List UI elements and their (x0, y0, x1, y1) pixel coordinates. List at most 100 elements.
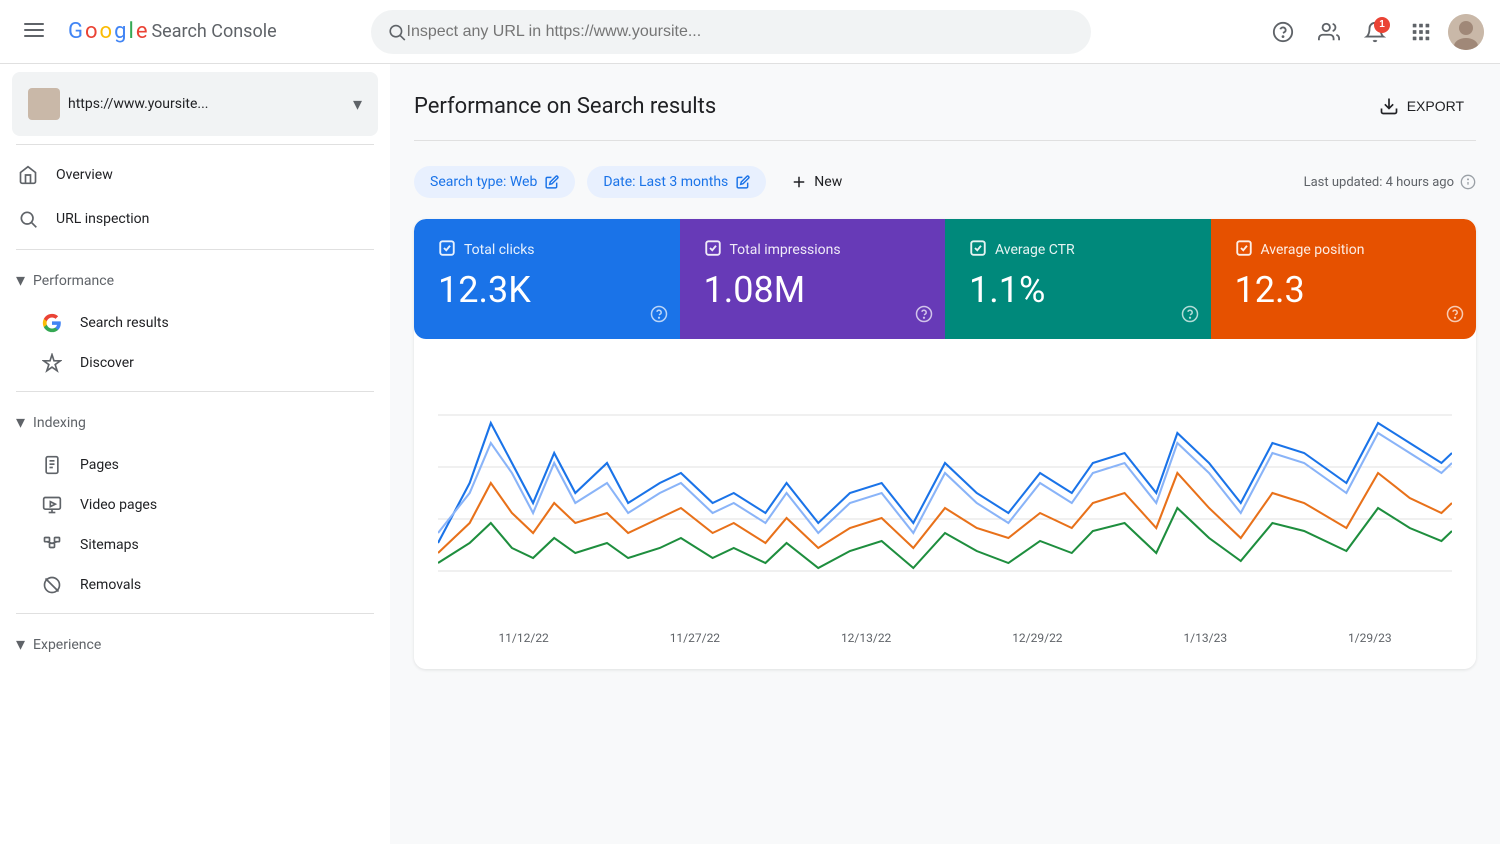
performance-section-header[interactable]: ▾ Performance (0, 258, 390, 303)
export-button[interactable]: EXPORT (1367, 88, 1476, 124)
search-bar (371, 10, 1091, 54)
nav-divider-2 (16, 391, 374, 392)
google-logo[interactable]: Google Search Console (68, 19, 277, 44)
metric-cards: Total clicks 12.3K Total impressions (414, 219, 1476, 339)
filters-row: Search type: Web Date: Last 3 months New… (414, 165, 1476, 199)
site-favicon (28, 88, 60, 120)
performance-section-label: Performance (33, 273, 114, 289)
edit-date-icon (736, 175, 750, 189)
hamburger-icon (24, 20, 44, 40)
notification-badge: 1 (1374, 17, 1390, 33)
chart-dates: 11/12/22 11/27/22 12/13/22 12/29/22 1/13… (438, 631, 1452, 645)
people-icon (1318, 21, 1340, 43)
sidebar-item-video-pages[interactable]: Video pages (0, 485, 378, 525)
total-clicks-card[interactable]: Total clicks 12.3K (414, 219, 680, 339)
metrics-chart-panel: Total clicks 12.3K Total impressions (414, 219, 1476, 669)
removals-label: Removals (80, 577, 141, 593)
chart-date-5: 1/13/23 (1183, 631, 1227, 645)
last-updated: Last updated: 4 hours ago (1304, 174, 1476, 190)
removals-icon (40, 575, 64, 595)
overview-label: Overview (56, 167, 113, 183)
notifications-button[interactable]: 1 (1356, 13, 1394, 51)
performance-collapse-icon: ▾ (16, 270, 25, 291)
last-updated-text: Last updated: 4 hours ago (1304, 175, 1454, 190)
sidebar-item-url-inspection[interactable]: URL inspection (0, 197, 378, 241)
nav-divider-3 (16, 613, 374, 614)
sitemaps-icon (40, 535, 64, 555)
sidebar-item-removals[interactable]: Removals (0, 565, 378, 605)
site-selector[interactable]: https://www.yoursite... ▾ (12, 72, 378, 136)
help-button[interactable] (1264, 13, 1302, 51)
info-icon (1460, 174, 1476, 190)
home-icon (16, 165, 40, 185)
indexing-section-label: Indexing (33, 415, 86, 431)
indexing-section-header[interactable]: ▾ Indexing (0, 400, 390, 445)
pages-icon (40, 455, 64, 475)
avatar-image (1448, 14, 1484, 50)
sidebar-item-discover[interactable]: Discover (0, 343, 378, 383)
help-icon (1272, 21, 1294, 43)
plus-icon (790, 173, 808, 191)
search-input[interactable] (407, 23, 1076, 41)
sidebar-item-sitemaps[interactable]: Sitemaps (0, 525, 378, 565)
apps-icon (1410, 21, 1432, 43)
chart-date-3: 12/13/22 (841, 631, 891, 645)
experience-section-header[interactable]: ▾ Experience (0, 622, 390, 667)
topbar-left: Google Search Console (16, 12, 277, 51)
sidebar: https://www.yoursite... ▾ Overview URL i… (0, 64, 390, 844)
video-pages-label: Video pages (80, 497, 157, 513)
avatar[interactable] (1448, 14, 1484, 50)
hamburger-button[interactable] (16, 12, 52, 51)
total-clicks-value: 12.3K (438, 269, 656, 311)
average-position-label: Average position (1261, 242, 1365, 258)
nav-divider-1 (16, 249, 374, 250)
chart-area (438, 363, 1452, 623)
average-ctr-check-icon (969, 239, 987, 261)
average-ctr-help-icon[interactable] (1181, 305, 1199, 327)
google-g-icon (40, 313, 64, 333)
discover-label: Discover (80, 355, 134, 371)
total-impressions-label: Total impressions (730, 242, 841, 258)
chart-date-2: 11/27/22 (670, 631, 720, 645)
search-type-label: Search type: Web (430, 174, 537, 190)
total-clicks-check-icon (438, 239, 456, 261)
total-impressions-card[interactable]: Total impressions 1.08M (680, 219, 946, 339)
topbar-right: 1 (1264, 13, 1484, 51)
average-position-card[interactable]: Average position 12.3 (1211, 219, 1477, 339)
people-button[interactable] (1310, 13, 1348, 51)
total-clicks-help-icon[interactable] (650, 305, 668, 327)
average-ctr-value: 1.1% (969, 269, 1187, 311)
date-label: Date: Last 3 months (603, 174, 728, 190)
average-position-value: 12.3 (1235, 269, 1453, 311)
download-icon (1379, 96, 1399, 116)
sidebar-item-pages[interactable]: Pages (0, 445, 378, 485)
sidebar-item-search-results[interactable]: Search results (0, 303, 378, 343)
search-type-filter[interactable]: Search type: Web (414, 166, 575, 198)
average-ctr-card[interactable]: Average CTR 1.1% (945, 219, 1211, 339)
new-filter-label: New (814, 174, 842, 190)
content-header: Performance on Search results EXPORT (414, 88, 1476, 141)
total-impressions-value: 1.08M (704, 269, 922, 311)
video-pages-icon (40, 495, 64, 515)
export-label: EXPORT (1407, 98, 1464, 114)
experience-section-label: Experience (33, 637, 101, 653)
chart-date-4: 12/29/22 (1012, 631, 1062, 645)
total-impressions-check-icon (704, 239, 722, 261)
edit-icon (545, 175, 559, 189)
date-filter[interactable]: Date: Last 3 months (587, 166, 766, 198)
total-clicks-label: Total clicks (464, 242, 535, 258)
page-title: Performance on Search results (414, 94, 716, 119)
apps-button[interactable] (1402, 13, 1440, 51)
total-impressions-help-icon[interactable] (915, 305, 933, 327)
favicon-image (28, 88, 60, 120)
main-content: Performance on Search results EXPORT Sea… (390, 64, 1500, 844)
average-position-help-icon[interactable] (1446, 305, 1464, 327)
dropdown-arrow-icon: ▾ (353, 94, 362, 115)
indexing-collapse-icon: ▾ (16, 412, 25, 433)
sidebar-item-overview[interactable]: Overview (0, 153, 378, 197)
sitemaps-label: Sitemaps (80, 537, 139, 553)
search-results-label: Search results (80, 315, 169, 331)
new-filter-button[interactable]: New (778, 165, 854, 199)
average-position-check-icon (1235, 239, 1253, 261)
site-url-label: https://www.yoursite... (68, 96, 345, 112)
